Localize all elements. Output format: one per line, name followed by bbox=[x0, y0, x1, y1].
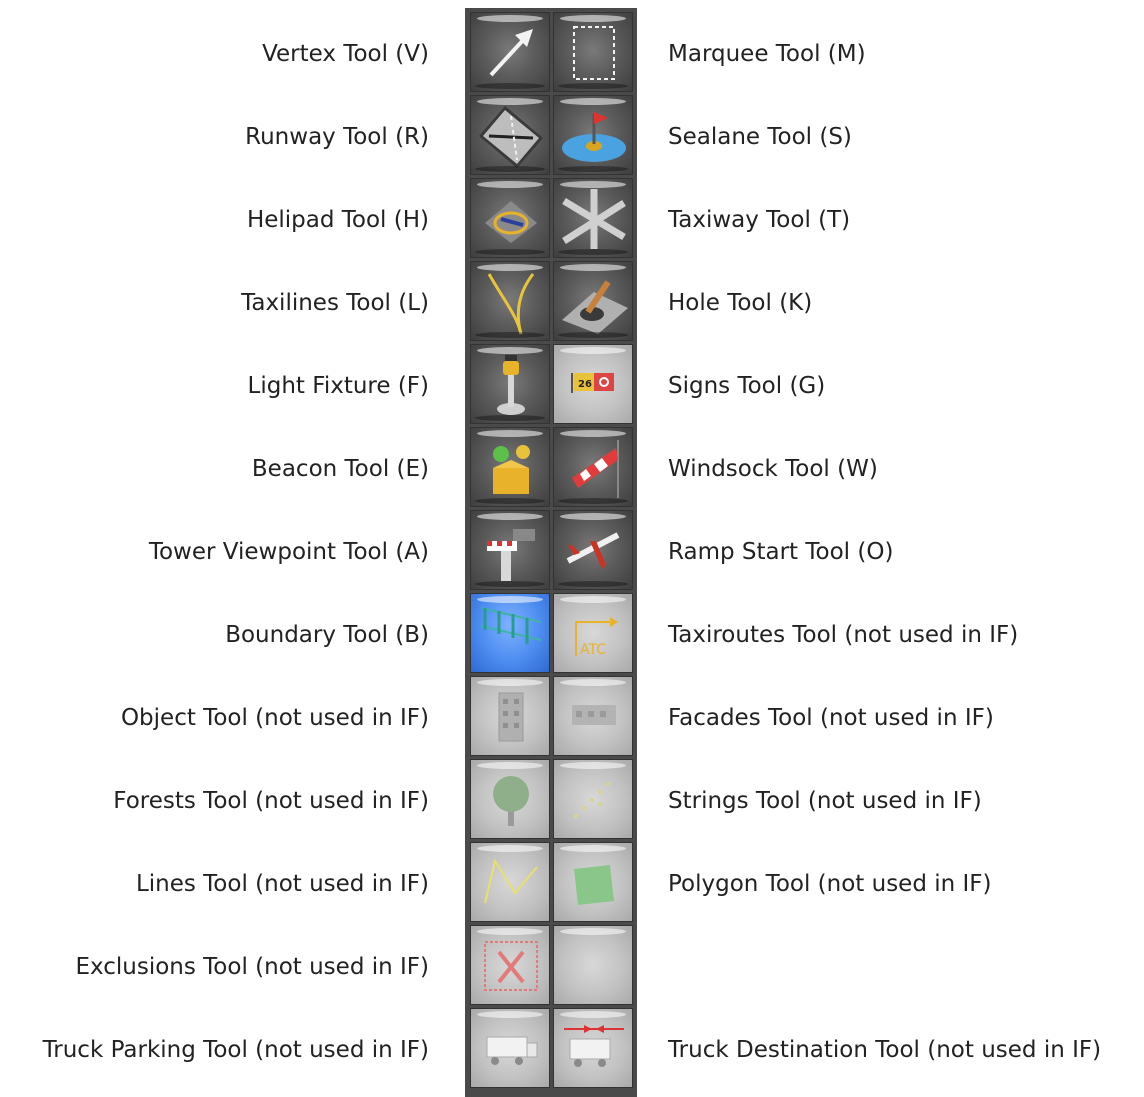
taxiway-tool-button[interactable] bbox=[553, 178, 633, 258]
runway-icon bbox=[479, 106, 543, 168]
empty-tool-slot bbox=[553, 925, 633, 1005]
windsock-icon bbox=[572, 440, 619, 498]
facade-icon bbox=[572, 705, 616, 725]
hole-icon bbox=[562, 280, 628, 334]
ramp-start-tool-button[interactable] bbox=[553, 510, 633, 590]
label-object-tool: Object Tool (not used in IF) bbox=[120, 705, 429, 731]
taxilines-tool-button[interactable] bbox=[470, 261, 550, 341]
label-exclusions-tool: Exclusions Tool (not used in IF) bbox=[75, 954, 430, 980]
label-strings-tool: Strings Tool (not used in IF) bbox=[668, 788, 982, 814]
tree-icon bbox=[493, 776, 529, 826]
label-taxilines-tool: Taxilines Tool (L) bbox=[241, 290, 429, 316]
label-lines-tool: Lines Tool (not used in IF) bbox=[135, 871, 429, 897]
taxilines-icon bbox=[487, 273, 535, 335]
label-forests-tool: Forests Tool (not used in IF) bbox=[113, 788, 429, 814]
label-helipad-tool: Helipad Tool (H) bbox=[246, 207, 429, 233]
label-beacon-tool: Beacon Tool (E) bbox=[251, 456, 429, 482]
atc-route-icon: ATC bbox=[575, 617, 618, 658]
label-sealane-tool: Sealane Tool (S) bbox=[668, 124, 852, 150]
strings-tool-button[interactable] bbox=[553, 759, 633, 839]
label-windsock-tool: Windsock Tool (W) bbox=[668, 456, 878, 482]
light-fixture-tool-button[interactable] bbox=[470, 344, 550, 424]
lines-tool-button[interactable] bbox=[470, 842, 550, 922]
beacon-icon bbox=[493, 445, 530, 494]
exclusions-tool-button[interactable] bbox=[470, 925, 550, 1005]
forests-tool-button[interactable] bbox=[470, 759, 550, 839]
taxiway-icon bbox=[562, 189, 626, 249]
tower-icon bbox=[487, 529, 535, 581]
sealane-icon bbox=[562, 112, 626, 162]
taxiroutes-tool-button[interactable]: ATC bbox=[553, 593, 633, 673]
boundary-tool-button[interactable] bbox=[470, 593, 550, 673]
label-polygon-tool: Polygon Tool (not used in IF) bbox=[668, 871, 992, 897]
svg-text:26: 26 bbox=[578, 379, 592, 390]
marquee-icon bbox=[573, 26, 615, 80]
boundary-fence-icon bbox=[480, 607, 542, 644]
hole-tool-button[interactable] bbox=[553, 261, 633, 341]
truck-parking-tool-button[interactable] bbox=[470, 1008, 550, 1088]
label-signs-tool: Signs Tool (G) bbox=[668, 373, 826, 399]
label-truck-parking-tool: Truck Parking Tool (not used in IF) bbox=[42, 1037, 429, 1063]
truck-destination-tool-button[interactable] bbox=[553, 1008, 633, 1088]
facades-tool-button[interactable] bbox=[553, 676, 633, 756]
object-tool-button[interactable] bbox=[470, 676, 550, 756]
label-boundary-tool: Boundary Tool (B) bbox=[225, 622, 429, 648]
polygon-icon bbox=[574, 865, 614, 905]
light-fixture-icon bbox=[497, 355, 525, 415]
building-icon bbox=[498, 692, 524, 742]
label-ramp-start-tool: Ramp Start Tool (O) bbox=[668, 539, 894, 565]
light-string-icon bbox=[574, 782, 610, 818]
helipad-tool-button[interactable] bbox=[470, 178, 550, 258]
helipad-icon bbox=[485, 201, 537, 243]
sign-icon: 26 bbox=[571, 373, 614, 393]
label-tower-viewpoint-tool: Tower Viewpoint Tool (A) bbox=[148, 539, 429, 565]
runway-tool-button[interactable] bbox=[470, 95, 550, 175]
vertex-tool-button[interactable] bbox=[470, 12, 550, 92]
label-light-fixture: Light Fixture (F) bbox=[247, 373, 429, 399]
label-marquee-tool: Marquee Tool (M) bbox=[668, 41, 866, 67]
airplane-icon bbox=[566, 532, 620, 569]
polyline-icon bbox=[484, 858, 538, 904]
label-taxiroutes-tool: Taxiroutes Tool (not used in IF) bbox=[668, 622, 1019, 648]
label-facades-tool: Facades Tool (not used in IF) bbox=[668, 705, 994, 731]
tool-palette: 26 ATC bbox=[465, 8, 637, 1097]
beacon-tool-button[interactable] bbox=[470, 427, 550, 507]
arrow-icon bbox=[489, 29, 533, 77]
label-runway-tool: Runway Tool (R) bbox=[245, 124, 429, 150]
windsock-tool-button[interactable] bbox=[553, 427, 633, 507]
label-truck-destination-tool: Truck Destination Tool (not used in IF) bbox=[668, 1037, 1102, 1063]
tower-viewpoint-tool-button[interactable] bbox=[470, 510, 550, 590]
truck-icon bbox=[486, 1036, 538, 1065]
signs-tool-button[interactable]: 26 bbox=[553, 344, 633, 424]
polygon-tool-button[interactable] bbox=[553, 842, 633, 922]
sealane-tool-button[interactable] bbox=[553, 95, 633, 175]
label-taxiway-tool: Taxiway Tool (T) bbox=[668, 207, 851, 233]
label-vertex-tool: Vertex Tool (V) bbox=[262, 41, 429, 67]
truck-destination-icon bbox=[564, 1025, 624, 1067]
svg-text:ATC: ATC bbox=[580, 642, 606, 658]
marquee-tool-button[interactable] bbox=[553, 12, 633, 92]
label-hole-tool: Hole Tool (K) bbox=[668, 290, 813, 316]
exclusion-x-icon bbox=[484, 941, 538, 991]
